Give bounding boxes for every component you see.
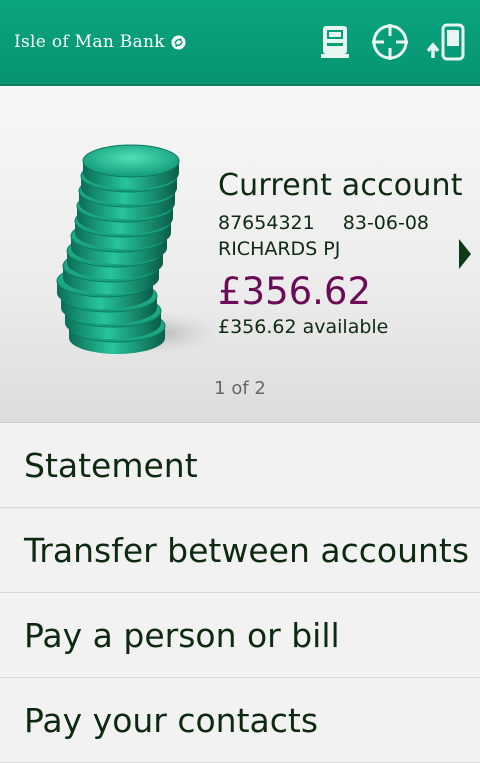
account-numbers: 87654321 83-06-08	[218, 210, 463, 236]
account-details: Current account 87654321 83-06-08 RICHAR…	[218, 168, 463, 340]
sort-code: 83-06-08	[342, 212, 430, 234]
brand-logo: Isle of Man Bank	[14, 32, 186, 52]
chevron-right-icon[interactable]	[458, 238, 472, 270]
account-holder: RICHARDS PJ	[218, 238, 341, 260]
pay-person-menu-item[interactable]: Pay a person or bill	[0, 593, 480, 678]
mobile-app-button[interactable]	[424, 20, 468, 64]
account-title: Current account	[218, 168, 463, 203]
bank-logo-mark-icon	[171, 34, 186, 50]
available-balance: £356.62 available	[218, 316, 389, 338]
coin-stack-image	[56, 144, 215, 355]
statement-menu-item[interactable]: Statement	[0, 423, 480, 508]
brand-name: Isle of Man Bank	[14, 32, 165, 52]
atm-button[interactable]	[313, 20, 357, 64]
atm-icon	[321, 26, 349, 58]
phone-upload-icon	[426, 23, 465, 61]
account-card[interactable]: Current account 87654321 83-06-08 RICHAR…	[0, 86, 480, 423]
page-indicator: 1 of 2	[214, 378, 266, 399]
pay-contacts-menu-item[interactable]: Pay your contacts	[0, 678, 480, 763]
account-balance: £356.62	[218, 270, 372, 313]
branch-locator-button[interactable]	[368, 20, 412, 64]
app-bar: Isle of Man Bank	[0, 0, 480, 86]
account-number: 87654321	[218, 212, 315, 234]
actions-menu: Statement Transfer between accounts Pay …	[0, 423, 480, 763]
locator-crosshair-icon	[372, 24, 408, 60]
transfer-menu-item[interactable]: Transfer between accounts	[0, 508, 480, 593]
